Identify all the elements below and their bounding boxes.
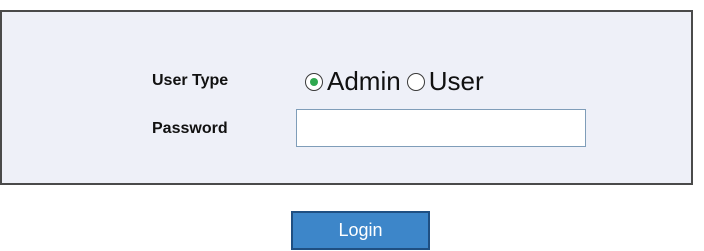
- login-panel: User Type Admin User Password: [0, 10, 693, 185]
- radio-user-circle-icon[interactable]: [406, 72, 425, 91]
- login-button[interactable]: Login: [291, 211, 430, 250]
- radio-user-label: User: [428, 66, 484, 96]
- login-page: User Type Admin User Password Login: [0, 0, 704, 251]
- radio-user[interactable]: User: [406, 66, 484, 97]
- radio-admin-label: Admin: [327, 66, 401, 96]
- user-type-label: User Type: [152, 72, 229, 89]
- login-button-label: Login: [338, 220, 383, 240]
- user-type-radio-group: Admin User: [305, 66, 484, 97]
- radio-admin-circle-icon[interactable]: [305, 72, 323, 91]
- password-label: Password: [152, 120, 228, 137]
- radio-admin[interactable]: Admin: [305, 66, 401, 97]
- password-input[interactable]: [296, 109, 586, 147]
